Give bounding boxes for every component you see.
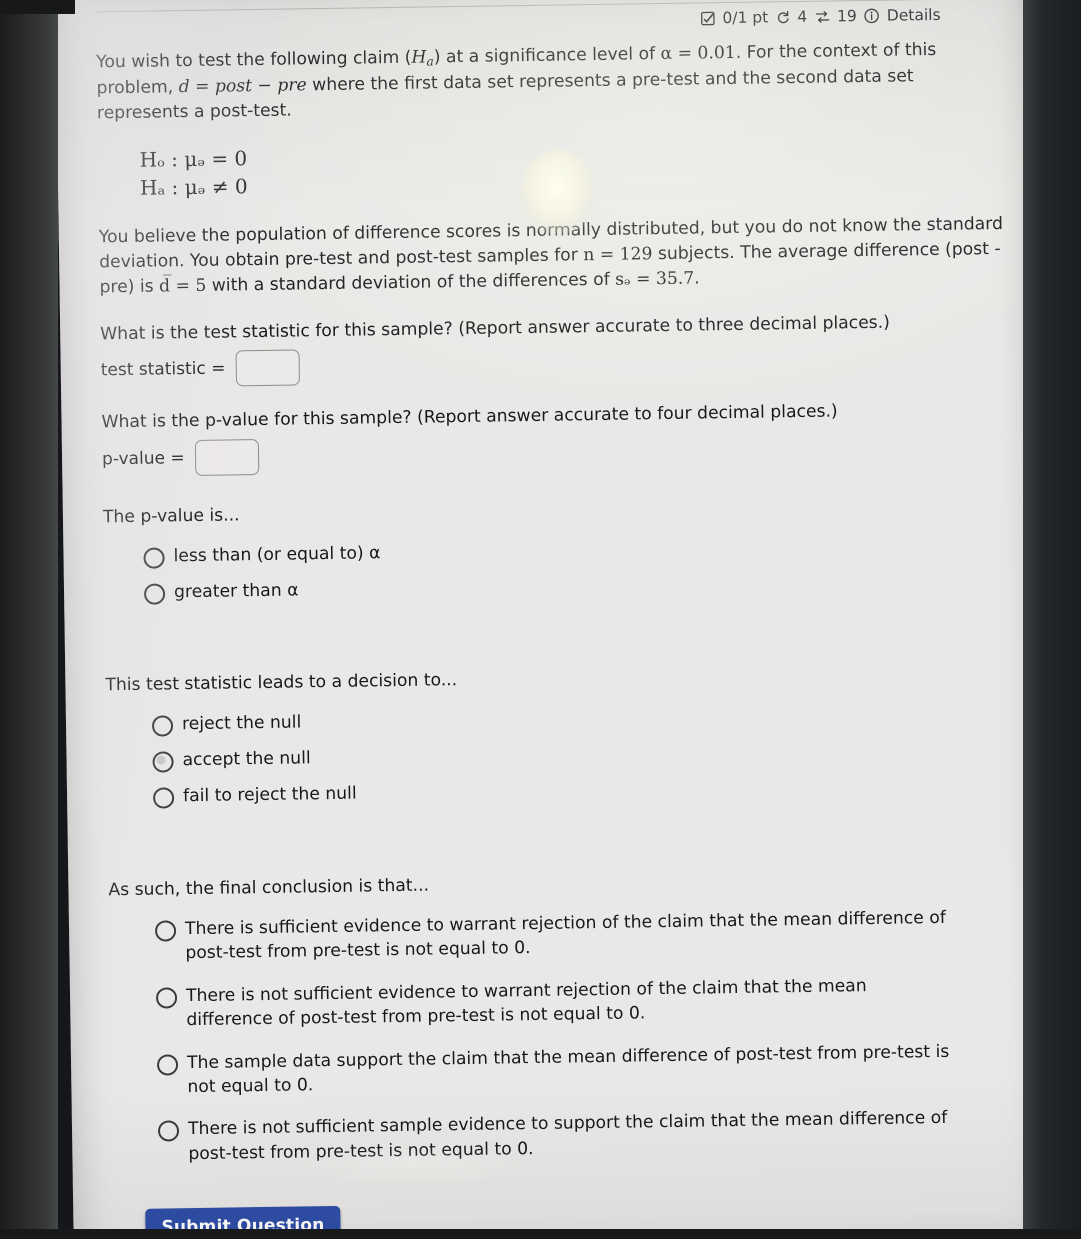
radio-icon[interactable] [154, 920, 177, 942]
radio-icon[interactable] [157, 1120, 180, 1143]
sample-text-c: with a standard deviation of the differe… [206, 269, 616, 296]
browser-page: Question 5 0/1 pt 4 [55, 0, 1049, 1239]
pvalue-answer-row: p-value = [102, 428, 1009, 477]
monitor-bezel-top [0, 0, 75, 14]
checkbox-icon [700, 11, 715, 26]
question5-attempts: 4 [797, 7, 808, 26]
option-label: There is sufficient evidence to warrant … [184, 907, 946, 964]
radio-option-conclusion-2[interactable]: There is not sufficient evidence to warr… [155, 972, 957, 1033]
conclusion-prompt: As such, the final conclusion is that... [108, 875, 430, 901]
photograph-of-screen: Question 5 0/1 pt 4 [0, 0, 1081, 1239]
test-statistic-label: test statistic = [100, 358, 226, 381]
retry-icon [775, 10, 790, 25]
test-statistic-answer-row: test statistic = [101, 339, 1008, 388]
radio-icon[interactable] [151, 714, 174, 737]
radio-option-conclusion-1[interactable]: There is sufficient evidence to warrant … [154, 906, 956, 967]
monitor-bezel-left [0, 0, 58, 1239]
option-label: accept the null [182, 748, 311, 771]
radio-option-accept-null[interactable]: accept the null [152, 737, 952, 773]
pvalue-input[interactable] [194, 439, 259, 477]
problem-alpha: α = 0.01 [660, 42, 736, 65]
sample-std-dev: sₔ = 35.7 [615, 268, 695, 290]
problem-text-b: ) at a significance level of [433, 44, 661, 68]
question5-views: 19 [836, 7, 857, 26]
question5-score: 0/1 pt [722, 8, 769, 28]
option-label: reject the null [181, 712, 302, 734]
radio-icon[interactable] [152, 751, 174, 773]
info-icon[interactable] [864, 8, 880, 24]
radio-icon[interactable] [156, 1053, 179, 1076]
option-label: less than (or equal to) α [173, 542, 381, 566]
radio-icon[interactable] [155, 987, 178, 1009]
test-statistic-input[interactable] [235, 349, 300, 387]
option-label: The sample data support the claim that t… [186, 1041, 950, 1098]
pvalue-comparison-prompt: The p-value is... [102, 505, 240, 528]
option-label: fail to reject the null [182, 784, 357, 807]
radio-icon[interactable] [143, 547, 165, 569]
background-object [1065, 0, 1081, 460]
radio-option-reject-null[interactable]: reject the null [151, 700, 952, 737]
radio-icon[interactable] [152, 787, 175, 810]
hypotheses-block: Hₒ : μₔ = 0 Hₐ : μₔ ≠ 0 [139, 133, 1005, 203]
option-label: greater than α [173, 580, 299, 603]
problem-statement-paragraph: You wish to test the following claim (Ha… [96, 37, 1004, 126]
monitor-bezel-right [1023, 0, 1081, 1239]
radio-option-conclusion-4[interactable]: There is not sufficient sample evidence … [157, 1106, 959, 1167]
radio-icon[interactable] [143, 583, 166, 605]
radio-option-pvalue-less[interactable]: less than (or equal to) α [143, 532, 943, 569]
monitor-bezel-bottom [0, 1229, 1081, 1239]
option-label: There is not sufficient sample evidence … [187, 1108, 948, 1164]
sample-mean-difference: d̅ = 5 [158, 275, 207, 297]
problem-text-a: You wish to test the following claim ( [96, 47, 412, 73]
problem-ha: H [411, 47, 427, 68]
sample-size: n = 129 [583, 243, 653, 265]
shuffle-icon [814, 9, 830, 24]
option-label: There is not sufficient evidence to warr… [185, 975, 867, 1031]
radio-option-conclusion-3[interactable]: The sample data support the claim that t… [156, 1039, 958, 1100]
decision-prompt: This test statistic leads to a decision … [105, 670, 458, 696]
sample-info-paragraph: You believe the population of difference… [99, 212, 1007, 300]
pvalue-label: p-value = [101, 448, 185, 470]
problem-d-definition: d = post − pre [178, 75, 307, 98]
sample-text-d: . [694, 268, 700, 289]
question5-details-link[interactable]: Details [887, 6, 941, 25]
